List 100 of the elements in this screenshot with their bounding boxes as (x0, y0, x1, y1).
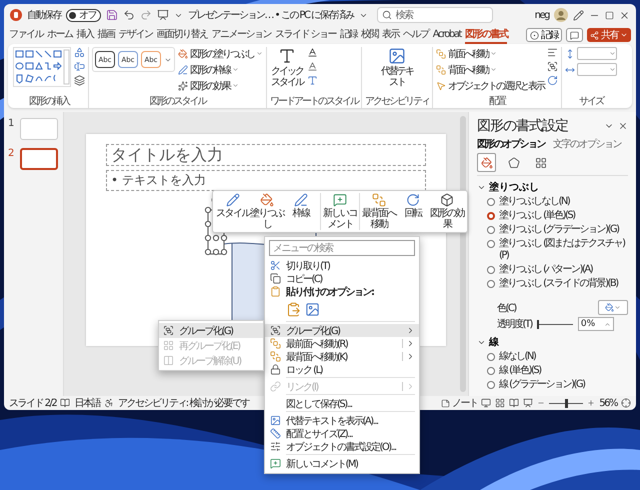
rotate-icon[interactable] (547, 75, 558, 86)
radio-option[interactable]: 塗りつぶし (スライドの背景)(B) (477, 278, 628, 290)
text-fill-icon[interactable] (307, 47, 318, 58)
ribbon-command[interactable]: 背面へ移動 (436, 63, 544, 76)
document-title[interactable]: プレゼンテーション… • この PC に保存済み (188, 8, 354, 22)
fit-slide-icon[interactable] (621, 398, 631, 408)
reading-view-icon[interactable] (509, 398, 520, 408)
pane-tab[interactable]: 文字のオプション (553, 137, 621, 151)
menu-item[interactable]: 切り取り(T) (265, 259, 419, 272)
color-picker-button[interactable] (598, 300, 628, 315)
ribbon-tab[interactable]: 描画 (98, 26, 114, 44)
ribbon-tab[interactable]: Acrobat (432, 28, 461, 42)
width-field[interactable] (565, 63, 617, 76)
ribbon-tab[interactable]: デザイン (118, 26, 152, 44)
pen-button[interactable] (573, 10, 584, 20)
pane-icon-tab[interactable] (477, 153, 496, 172)
text-outline-icon[interactable] (307, 61, 318, 72)
ribbon-tab[interactable]: スライド ショー (275, 26, 336, 44)
close-button[interactable] (618, 121, 628, 131)
menu-item[interactable]: 新しいコメント(M) (265, 457, 419, 470)
ribbon-tab[interactable]: 表示 (382, 26, 400, 44)
menu-item[interactable]: 配置とサイズ(Z)... (265, 427, 419, 440)
book-icon[interactable] (60, 398, 70, 408)
sorter-view-icon[interactable] (495, 398, 506, 408)
ribbon-tab[interactable]: ホーム (47, 26, 72, 44)
menu-item[interactable]: グループ化(G) (159, 323, 263, 338)
search-field[interactable]: 検索 (376, 7, 493, 23)
radio-option[interactable]: 塗りつぶしなし(N) (477, 196, 628, 208)
close-button[interactable] (619, 10, 630, 20)
menu-item[interactable]: ロック (L) (265, 363, 419, 376)
radio-option[interactable]: 線なし(N) (477, 351, 628, 363)
present-button[interactable] (157, 9, 169, 21)
accessibility-status[interactable]: アクセシビリティ: 検討が必要です (118, 396, 249, 410)
ribbon-command[interactable]: オブジェクトの選択と表示 (436, 79, 544, 92)
slider-thumb[interactable] (536, 320, 539, 328)
ribbon-command[interactable]: 図形の枠線 (178, 63, 263, 76)
share-button[interactable]: 共有 (587, 28, 631, 42)
text-box-icon[interactable] (74, 61, 85, 72)
accessibility-icon[interactable] (104, 398, 114, 408)
slideshow-icon[interactable] (523, 398, 534, 408)
height-field[interactable] (565, 47, 617, 60)
radio-option[interactable]: 塗りつぶし (パターン)(A) (477, 264, 628, 276)
radio-option[interactable]: 塗りつぶし (グラデーション)(G) (477, 224, 628, 236)
paste-icon[interactable] (286, 302, 301, 316)
section-header[interactable]: 塗りつぶし (477, 180, 628, 194)
pane-tab[interactable]: 図形のオプション (477, 137, 545, 151)
maximize-button[interactable] (605, 10, 614, 20)
autosave-toggle[interactable]: オフ (66, 8, 101, 22)
ribbon-tab[interactable]: ヘルプ (403, 26, 429, 44)
language-label[interactable]: 日本語 (74, 396, 100, 410)
ribbon-command[interactable]: 前面へ移動 (436, 47, 544, 60)
menu-item[interactable]: 図として保存(S)... (265, 397, 419, 410)
radio-option[interactable]: 塗りつぶし (単色)(S) (477, 210, 628, 222)
menu-item[interactable]: 最前面へ移動(R) (265, 337, 419, 350)
toolbar-button[interactable]: 新しいコメント (323, 193, 357, 230)
radio-option[interactable]: 塗りつぶし (図またはテクスチャ)(P) (477, 238, 628, 262)
section-header[interactable]: 線 (477, 335, 628, 349)
alt-text-button[interactable]: 代替テキスト (380, 47, 414, 88)
transparency-field[interactable]: 0% (578, 317, 614, 331)
ribbon-tab[interactable]: 記録 (340, 26, 358, 44)
ribbon-command[interactable]: 図形の塗りつぶし (178, 47, 263, 60)
redo-button[interactable] (140, 9, 152, 21)
comments-button[interactable] (566, 28, 583, 42)
menu-item[interactable]: オブジェクトの書式設定(O)... (265, 440, 419, 453)
toolbar-button[interactable]: 枠線 (284, 193, 318, 230)
menu-search-field[interactable]: メニューの検索 (269, 240, 415, 256)
ribbon-tab[interactable]: 校閲 (361, 26, 378, 44)
radio-option[interactable]: 線 (グラデーション)(G) (477, 379, 628, 391)
ribbon-tab[interactable]: アニメーション (212, 26, 271, 44)
ribbon-tab[interactable]: ファイル (9, 26, 43, 44)
align-icon[interactable] (547, 47, 558, 58)
normal-view-icon[interactable] (481, 398, 492, 408)
shape-gallery[interactable] (13, 47, 71, 87)
text-effects-icon[interactable] (307, 75, 318, 86)
ribbon-command[interactable]: 図形の効果 (178, 79, 263, 92)
notes-button[interactable]: ノート (440, 396, 478, 410)
save-button[interactable] (106, 9, 118, 21)
zoom-in-icon[interactable] (587, 399, 596, 407)
record-button[interactable]: 記録 (526, 28, 562, 42)
toolbar-button[interactable]: 図形の効果 (430, 193, 464, 230)
merge-shapes-icon[interactable] (74, 75, 85, 86)
menu-item[interactable]: 最背面へ移動(K) (265, 350, 419, 363)
ribbon-tab[interactable]: 挿入 (76, 26, 94, 44)
radio-option[interactable]: 線 (単色)(S) (477, 365, 628, 377)
paste-picture-icon[interactable] (305, 302, 320, 316)
ribbon-tab[interactable]: 画面切り替え (156, 26, 208, 44)
avatar-icon[interactable] (554, 8, 568, 22)
toolbar-button[interactable]: 回転 (396, 193, 430, 230)
menu-item[interactable]: グループ化(G) (265, 324, 419, 337)
toolbar-button[interactable]: 最背面へ移動 (362, 193, 396, 230)
undo-button[interactable] (123, 9, 135, 21)
edit-shape-icon[interactable] (74, 47, 85, 58)
menu-item[interactable]: 代替テキストを表示(A)... (265, 414, 419, 427)
toolbar-button[interactable]: スタイル (216, 193, 250, 230)
slide-thumbnail[interactable] (20, 148, 58, 170)
group-icon[interactable] (547, 61, 558, 72)
toolbar-button[interactable]: 塗りつぶし (250, 193, 284, 230)
quick-style-button[interactable]: クイックスタイル (270, 47, 304, 88)
zoom-level[interactable]: 56% (599, 398, 617, 408)
menu-item[interactable]: コピー(C) (265, 272, 419, 285)
